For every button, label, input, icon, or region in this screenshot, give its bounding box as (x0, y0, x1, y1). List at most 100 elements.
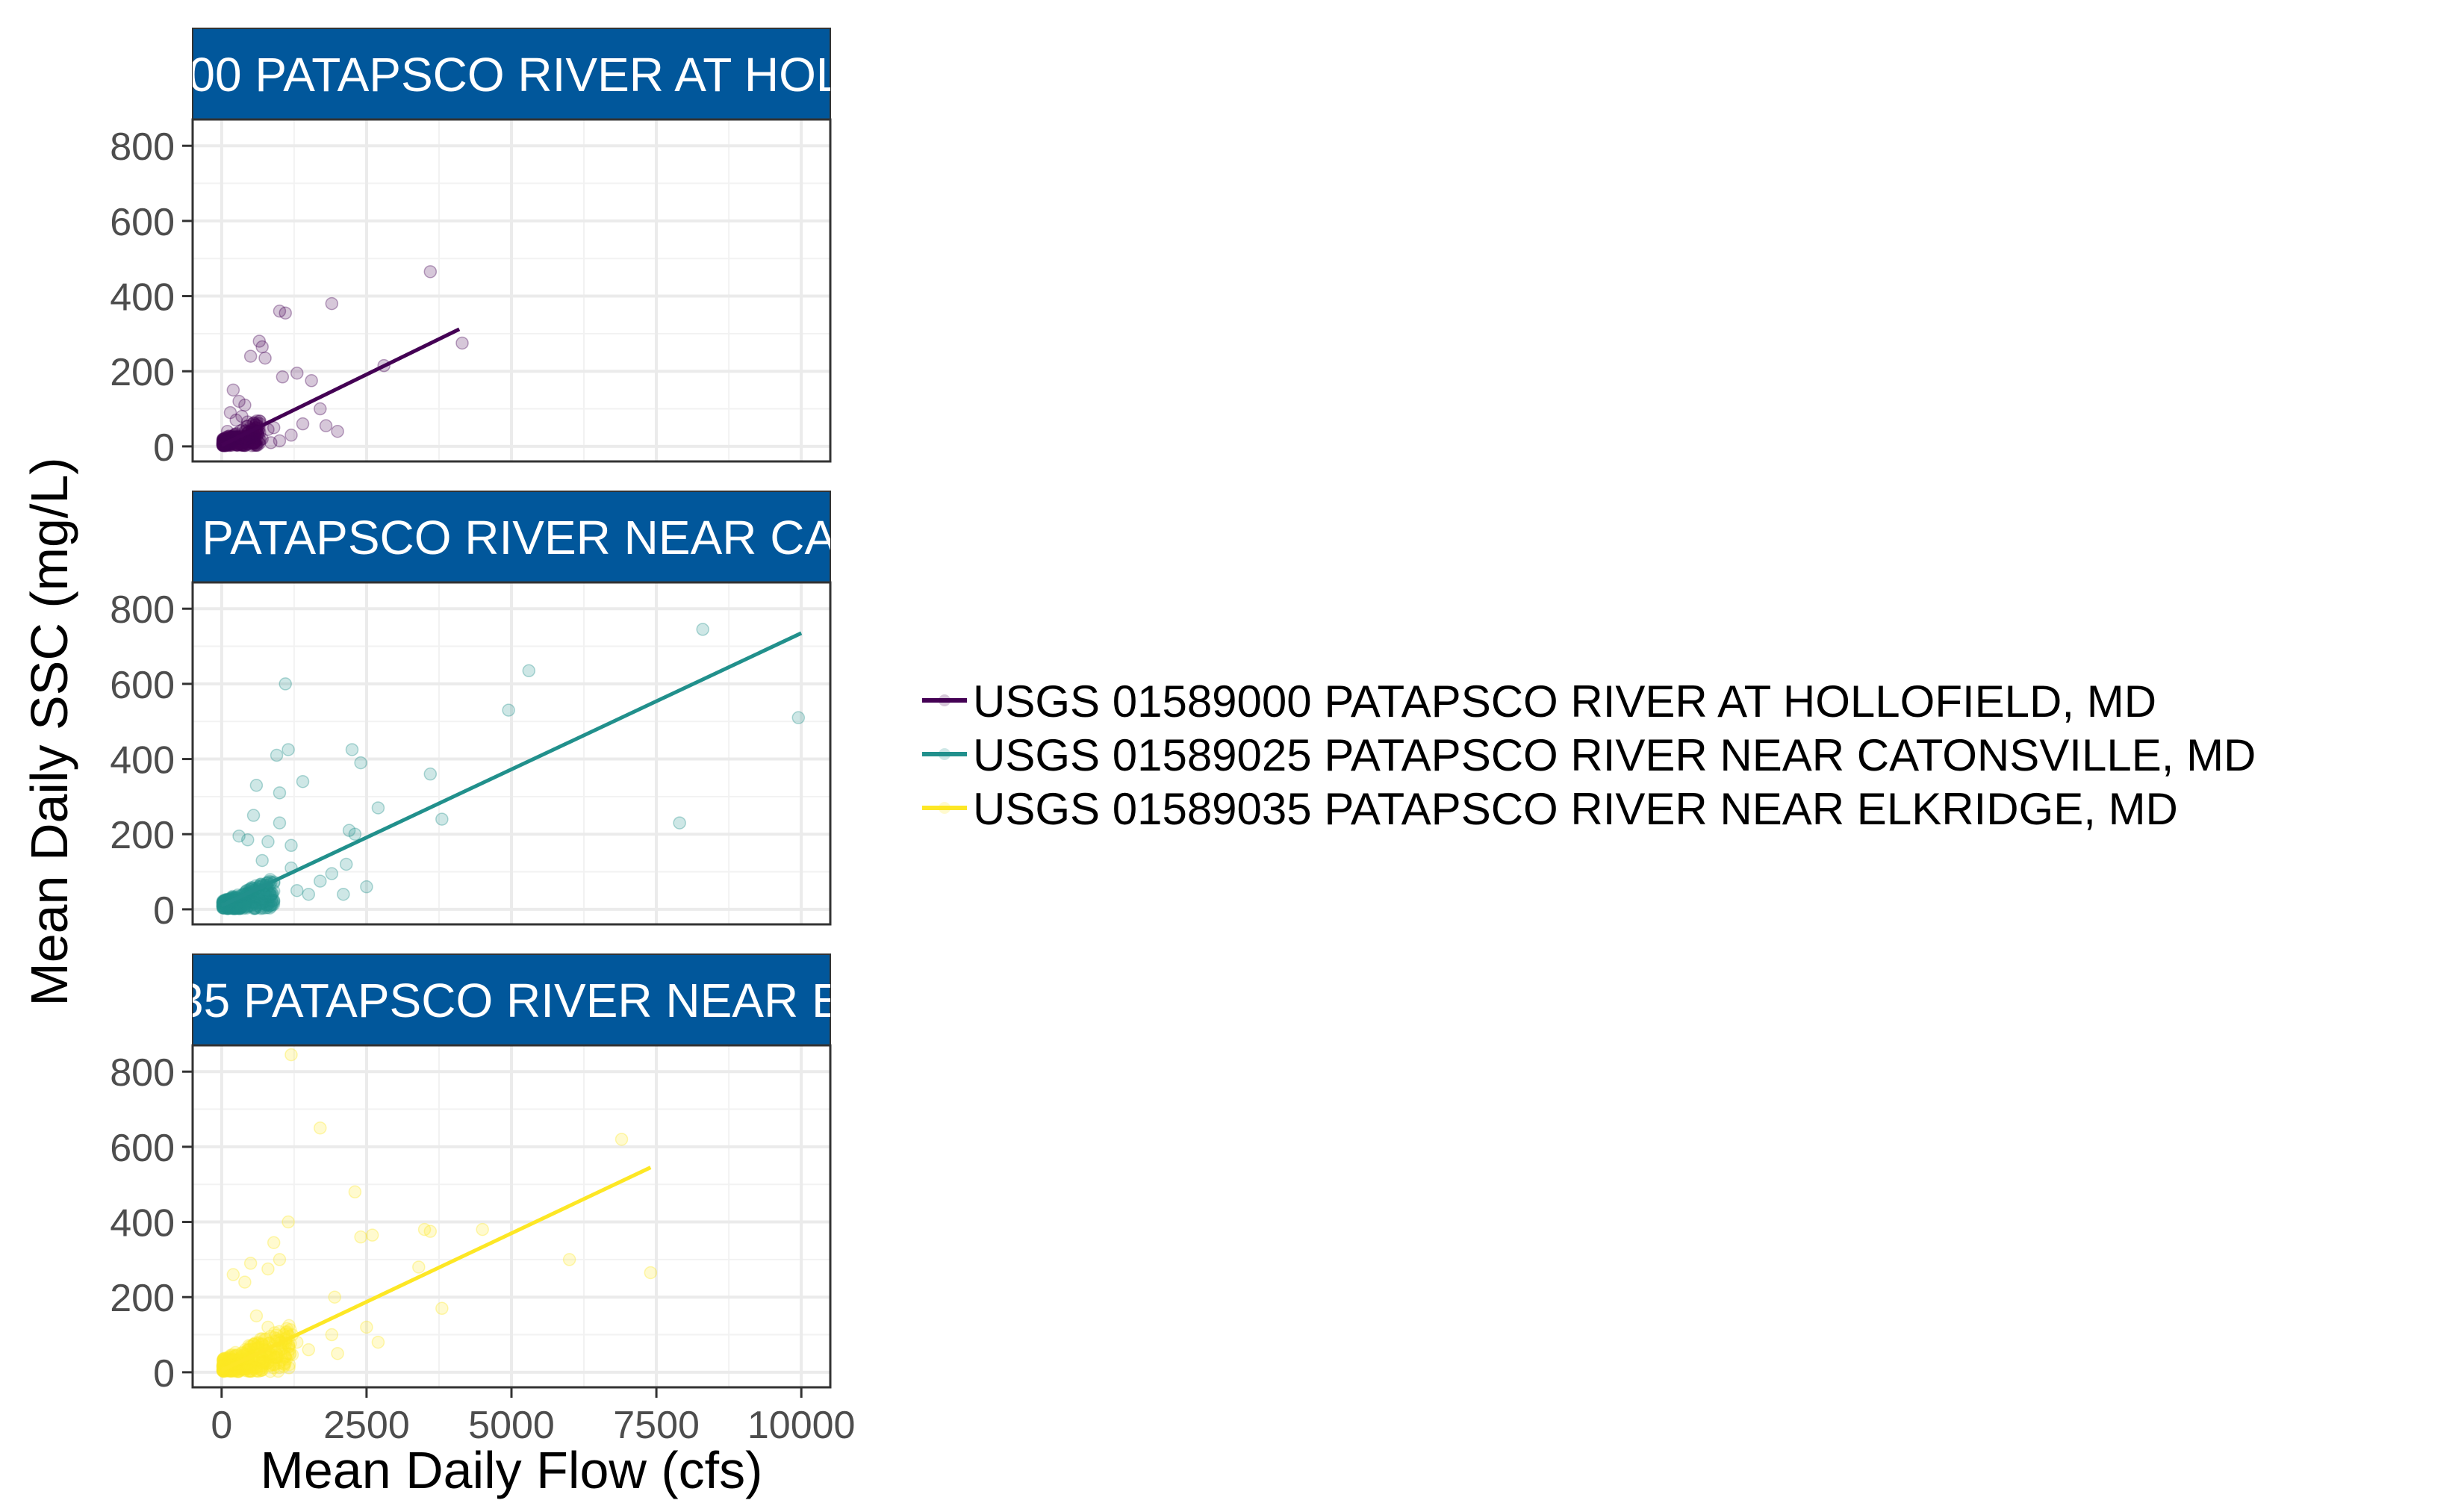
y-tick-label: 0 (153, 889, 175, 933)
data-point (314, 1121, 327, 1135)
data-point (241, 833, 255, 847)
data-point (229, 413, 243, 427)
data-point (261, 1262, 275, 1276)
y-tick-label: 800 (110, 125, 175, 169)
y-tick-label: 800 (110, 1051, 175, 1095)
legend-label: USGS 01589000 PATAPSCO RIVER AT HOLLOFIE… (973, 676, 2156, 727)
data-point (331, 1346, 344, 1360)
y-tick-label: 600 (110, 201, 175, 244)
data-point (284, 1048, 298, 1062)
data-point (319, 419, 333, 432)
data-point (276, 370, 290, 384)
data-point (423, 1225, 438, 1238)
y-tick-label: 200 (110, 351, 175, 394)
legend-key-point (939, 748, 951, 760)
data-point (354, 1230, 367, 1244)
data-point (328, 1290, 341, 1304)
data-point (673, 816, 686, 830)
legend-label: USGS 01589035 PATAPSCO RIVER NEAR ELKRID… (973, 784, 2178, 834)
data-point (371, 1335, 385, 1349)
y-tick-label: 400 (110, 1202, 175, 1245)
y-tick-label: 200 (110, 1277, 175, 1320)
data-point (455, 336, 469, 350)
data-point (296, 774, 310, 788)
data-point (305, 374, 318, 388)
data-point (284, 839, 298, 853)
data-point (371, 801, 385, 815)
facet-panel: USGS 01589000 PATAPSCO RIVER AT HOLLOFIE… (110, 28, 832, 470)
facet-strip-label: USGS 01589035 PATAPSCO RIVER NEAR ELKRID… (0, 974, 1154, 1027)
data-point (279, 677, 292, 691)
data-point (238, 398, 252, 412)
data-point (476, 1222, 489, 1236)
data-point (270, 748, 284, 762)
data-point (644, 1266, 658, 1280)
data-point (337, 887, 350, 901)
data-point (226, 1268, 240, 1281)
data-point (348, 1185, 362, 1199)
data-point (281, 1215, 295, 1229)
data-point (302, 1343, 316, 1357)
data-point (290, 883, 304, 897)
data-point (348, 827, 362, 841)
data-point (279, 1350, 292, 1364)
data-point (226, 383, 240, 397)
y-tick-label: 0 (153, 1352, 175, 1396)
data-point (290, 366, 304, 380)
data-point (284, 429, 298, 442)
y-axis-title: Mean Daily SSC (mg/L) (20, 457, 78, 1006)
data-point (261, 1320, 275, 1334)
data-point (314, 874, 327, 888)
data-point (339, 857, 353, 871)
data-point (423, 265, 438, 279)
data-point (267, 1236, 281, 1249)
data-point (241, 415, 255, 429)
legend-key-point (939, 694, 951, 706)
data-point (412, 1260, 426, 1274)
y-tick-label: 200 (110, 814, 175, 857)
x-tick-label: 0 (211, 1404, 232, 1447)
data-point (791, 711, 806, 724)
data-point (243, 1257, 258, 1270)
data-point (249, 1309, 264, 1323)
data-point (284, 1323, 297, 1337)
data-point (267, 1361, 281, 1375)
data-point (246, 809, 261, 822)
x-axis: 0 2500 5000 7500 10000 (211, 1387, 855, 1447)
data-point (562, 1253, 576, 1266)
data-point (360, 880, 373, 894)
y-tick-label: 800 (110, 588, 175, 632)
data-point (258, 351, 272, 365)
faceted-scatter-chart: USGS 01589000 PATAPSCO RIVER AT HOLLOFIE… (0, 28, 2256, 1499)
data-point (281, 743, 295, 756)
y-tick-label: 600 (110, 1127, 175, 1170)
data-point (249, 779, 264, 792)
facet-panel: USGS 01589035 PATAPSCO RIVER NEAR ELKRID… (0, 953, 1154, 1396)
data-point (302, 887, 316, 901)
data-point (325, 296, 339, 311)
data-point (232, 1364, 246, 1378)
data-point (255, 340, 269, 354)
data-point (615, 1133, 629, 1146)
legend-key-point (939, 802, 951, 814)
data-point (435, 812, 449, 826)
x-axis-title: Mean Daily Flow (cfs) (261, 1441, 763, 1499)
data-point (243, 349, 258, 363)
data-point (273, 786, 287, 800)
facet-strip-label: USGS 01589025 PATAPSCO RIVER NEAR CATONS… (0, 511, 1195, 564)
y-tick-label: 400 (110, 276, 175, 320)
data-point (296, 417, 310, 431)
y-tick-label: 400 (110, 739, 175, 783)
data-point (314, 402, 327, 416)
data-point (435, 1301, 449, 1316)
data-point (360, 1320, 373, 1334)
data-point (696, 623, 709, 636)
data-point (238, 1275, 252, 1289)
y-tick-label: 0 (153, 426, 175, 470)
data-point (264, 436, 278, 449)
data-point (325, 1328, 339, 1342)
data-point (255, 853, 269, 868)
data-point (345, 743, 359, 756)
data-point (331, 424, 344, 438)
legend: USGS 01589000 PATAPSCO RIVER AT HOLLOFIE… (922, 676, 2256, 834)
